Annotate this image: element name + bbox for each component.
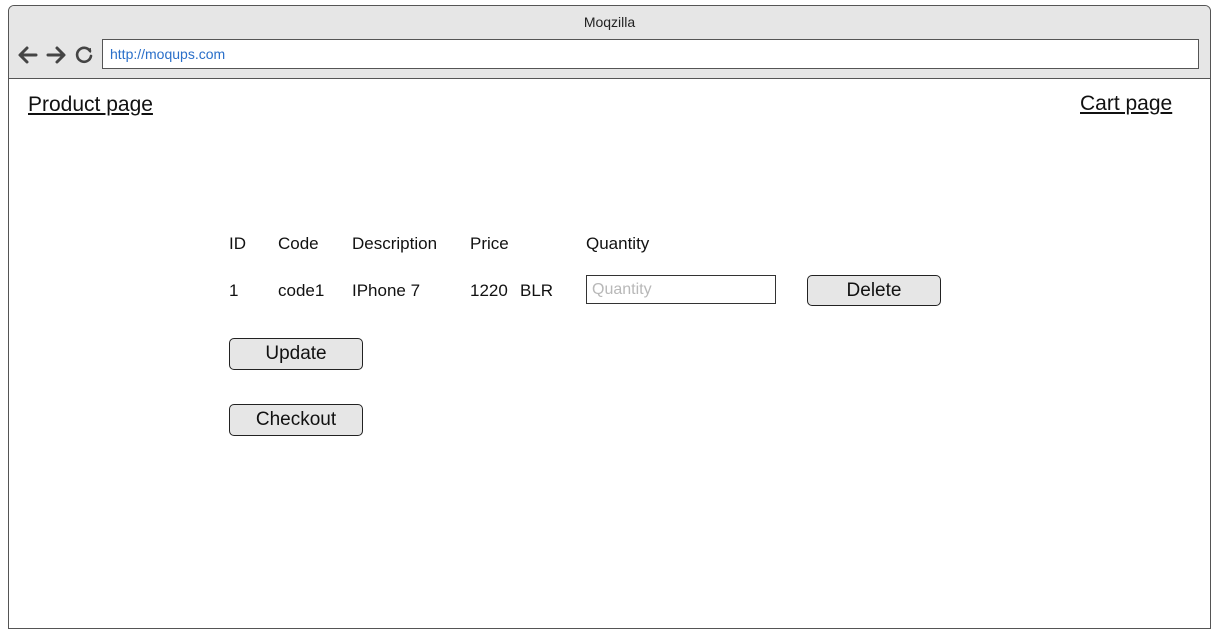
header-id: ID [229,234,246,253]
header-quantity: Quantity [586,234,650,253]
product-page-link[interactable]: Product page [28,93,153,117]
forward-button[interactable] [45,44,67,66]
cell-description: IPhone 7 [352,281,421,300]
delete-button[interactable]: Delete [807,275,941,306]
back-button[interactable] [17,44,39,66]
reload-button[interactable] [73,44,95,66]
cell-price: 1220 [470,281,508,300]
update-button[interactable]: Update [229,338,363,370]
address-bar[interactable]: http://moqups.com [102,39,1199,69]
quantity-input[interactable] [586,275,776,304]
cell-id: 1 [229,281,239,300]
header-code: Code [278,234,319,253]
cell-code: code1 [278,281,325,300]
header-description: Description [352,234,438,253]
browser-window: Moqzilla http://moqups.com Product page … [8,5,1211,629]
reload-icon [75,46,93,64]
cart-page-link[interactable]: Cart page [1080,92,1172,116]
cell-currency: BLR [520,281,554,300]
browser-chrome: Moqzilla http://moqups.com [9,6,1210,79]
checkout-button[interactable]: Checkout [229,404,363,436]
arrow-left-icon [18,46,38,64]
header-price: Price [470,234,509,253]
arrow-right-icon [46,46,66,64]
window-title: Moqzilla [583,14,636,30]
